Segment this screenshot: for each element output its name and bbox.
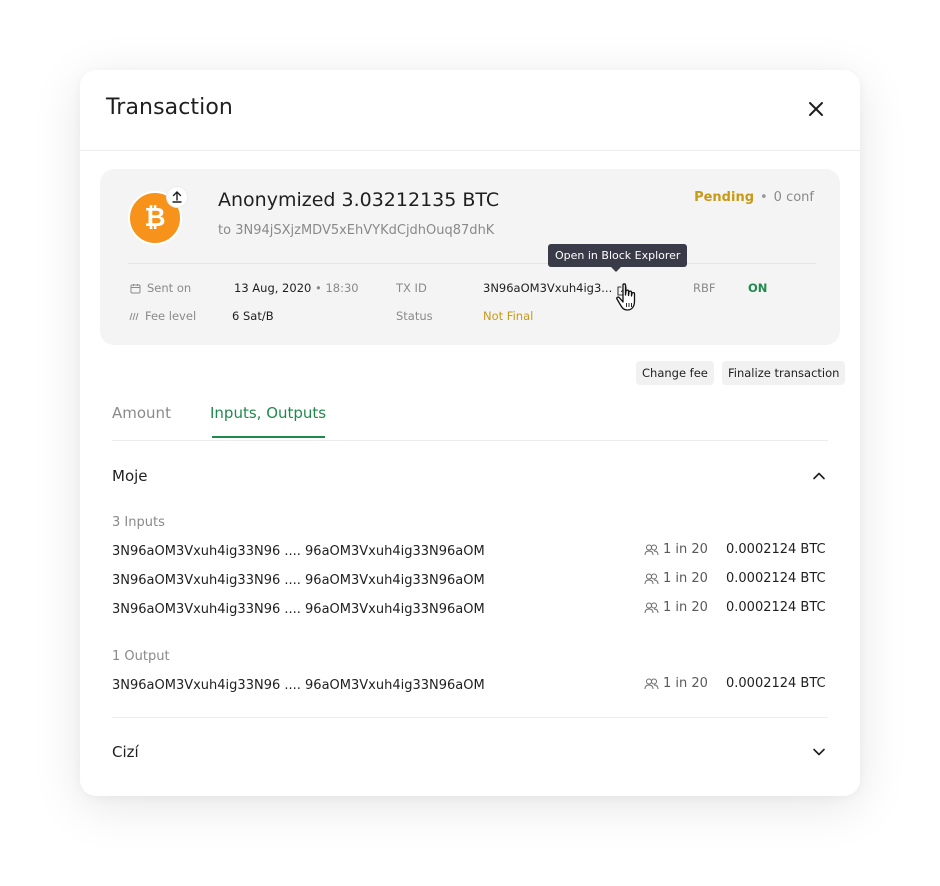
output-row: 3N96aOM3Vxuh4ig33N96 .... 96aOM3Vxuh4ig3… bbox=[112, 676, 828, 698]
fee-level-icon bbox=[129, 312, 139, 320]
sent-on-date: 13 Aug, 2020 bbox=[234, 281, 312, 295]
status-value: Not Final bbox=[483, 309, 534, 323]
anonymity-set: 1 in 20 bbox=[644, 676, 708, 691]
input-address[interactable]: 3N96aOM3Vxuh4ig33N96 .... 96aOM3Vxuh4ig3… bbox=[112, 544, 485, 559]
inputs-count-label: 3 Inputs bbox=[112, 515, 165, 530]
output-address[interactable]: 3N96aOM3Vxuh4ig33N96 .... 96aOM3Vxuh4ig3… bbox=[112, 678, 485, 693]
anonymity-set: 1 in 20 bbox=[644, 571, 708, 586]
close-button[interactable] bbox=[802, 95, 830, 123]
modal-title: Transaction bbox=[106, 95, 233, 120]
fee-level-label-wrap: Fee level bbox=[128, 309, 196, 323]
outputs-count-label: 1 Output bbox=[112, 649, 170, 664]
recipient-line: to 3N94jSXjzMDV5xEhVYKdCjdhOuq87dhK bbox=[218, 223, 494, 238]
chevron-down-icon bbox=[813, 748, 825, 756]
output-amount: 0.0002124 BTC bbox=[726, 676, 826, 691]
anonymity-value: 1 in 20 bbox=[663, 571, 708, 586]
tab-inputs-outputs[interactable]: Inputs, Outputs bbox=[210, 404, 326, 422]
transaction-modal: Transaction ₿ Anonymized 3.03212135 BTC … bbox=[80, 70, 860, 796]
anonymity-value: 1 in 20 bbox=[663, 676, 708, 691]
input-amount: 0.0002124 BTC bbox=[726, 571, 826, 586]
txid-value[interactable]: 3N96aOM3Vxuh4ig3... bbox=[483, 281, 612, 295]
anonymity-set: 1 in 20 bbox=[644, 600, 708, 615]
users-icon bbox=[644, 602, 659, 613]
input-amount: 0.0002124 BTC bbox=[726, 542, 826, 557]
calendar-icon bbox=[130, 283, 141, 293]
users-icon bbox=[644, 573, 659, 584]
rbf-value: ON bbox=[748, 281, 768, 295]
txid-label: TX ID bbox=[396, 281, 427, 295]
sent-on-time: 18:30 bbox=[325, 281, 359, 295]
status-separator: • bbox=[760, 190, 768, 205]
sent-on-value: 13 Aug, 2020 • 18:30 bbox=[234, 281, 359, 295]
fee-level-value: 6 Sat/B bbox=[232, 309, 274, 323]
anonymity-value: 1 in 20 bbox=[663, 600, 708, 615]
hand-cursor-icon bbox=[613, 281, 645, 319]
transaction-title: Anonymized 3.03212135 BTC bbox=[218, 189, 500, 211]
recipient-address: 3N94jSXjzMDV5xEhVYKdCjdhOuq87dhK bbox=[235, 223, 495, 238]
sent-on-label: Sent on bbox=[147, 281, 192, 295]
anonymity-set: 1 in 20 bbox=[644, 542, 708, 557]
transaction-status: Pending • 0 conf bbox=[694, 190, 814, 205]
section-divider bbox=[112, 717, 828, 718]
fee-level-label: Fee level bbox=[145, 309, 197, 323]
collapse-mine-button[interactable] bbox=[811, 468, 827, 484]
active-tab-indicator bbox=[212, 436, 325, 438]
modal-header: Transaction bbox=[80, 70, 860, 151]
tab-bar: Amount Inputs, Outputs bbox=[112, 390, 828, 441]
close-icon bbox=[809, 102, 823, 116]
section-title-foreign[interactable]: Cizí bbox=[112, 743, 139, 761]
finalize-transaction-button[interactable]: Finalize transaction bbox=[722, 361, 846, 385]
sent-on-label-wrap: Sent on bbox=[130, 281, 191, 295]
anonymity-value: 1 in 20 bbox=[663, 542, 708, 557]
recipient-prefix: to bbox=[218, 223, 232, 238]
input-address[interactable]: 3N96aOM3Vxuh4ig33N96 .... 96aOM3Vxuh4ig3… bbox=[112, 573, 485, 588]
sent-arrow-icon bbox=[167, 187, 187, 207]
chevron-up-icon bbox=[813, 472, 825, 480]
rbf-label: RBF bbox=[693, 281, 716, 295]
card-divider bbox=[128, 263, 816, 264]
users-icon bbox=[644, 678, 659, 689]
input-row: 3N96aOM3Vxuh4ig33N96 .... 96aOM3Vxuh4ig3… bbox=[112, 600, 828, 622]
transaction-summary-card: ₿ Anonymized 3.03212135 BTC to 3N94jSXjz… bbox=[100, 169, 840, 345]
change-fee-button[interactable]: Change fee bbox=[636, 361, 714, 385]
status-label: Status bbox=[396, 309, 433, 323]
block-explorer-tooltip: Open in Block Explorer bbox=[548, 244, 688, 272]
status-pending: Pending bbox=[694, 190, 754, 205]
tab-amount[interactable]: Amount bbox=[112, 404, 171, 422]
confirmations-count: 0 conf bbox=[773, 190, 814, 205]
input-row: 3N96aOM3Vxuh4ig33N96 .... 96aOM3Vxuh4ig3… bbox=[112, 571, 828, 593]
sent-on-separator: • bbox=[314, 281, 322, 295]
input-row: 3N96aOM3Vxuh4ig33N96 .... 96aOM3Vxuh4ig3… bbox=[112, 542, 828, 564]
users-icon bbox=[644, 544, 659, 555]
expand-foreign-button[interactable] bbox=[811, 744, 827, 760]
input-amount: 0.0002124 BTC bbox=[726, 600, 826, 615]
input-address[interactable]: 3N96aOM3Vxuh4ig33N96 .... 96aOM3Vxuh4ig3… bbox=[112, 602, 485, 617]
section-title-mine[interactable]: Moje bbox=[112, 467, 148, 485]
